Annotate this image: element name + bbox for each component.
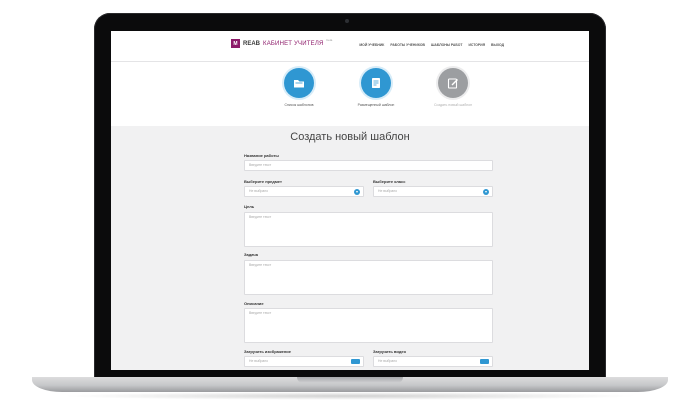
folder-icon: [294, 80, 304, 88]
grade-select[interactable]: Не выбрано ▾: [373, 186, 493, 197]
base-notch: [297, 377, 403, 383]
task-label: Задача: [244, 252, 258, 257]
description-textarea[interactable]: Введите текст: [244, 308, 493, 343]
goal-textarea[interactable]: Введите текст: [244, 212, 493, 247]
logo-mark: M: [231, 39, 240, 48]
step-placed-template[interactable]: Размещенный шаблон: [346, 68, 406, 108]
step-label: Создать новый шаблон: [433, 103, 473, 107]
step-label: Размещенный шаблон: [357, 103, 395, 107]
chevron-down-icon: ▾: [483, 189, 489, 195]
upload-value: Не выбрано: [378, 359, 397, 363]
upload-image-label: Загрузить изображение: [244, 349, 291, 354]
step-circle: [438, 68, 468, 98]
work-name-label: Название работы: [244, 153, 279, 158]
edit-icon: [447, 78, 458, 89]
upload-icon[interactable]: [351, 359, 360, 364]
nav-templates[interactable]: ШАБЛОНЫ РАБОТ: [431, 43, 463, 47]
nav-my-textbook[interactable]: МОЙ УЧЕБНИК: [359, 43, 384, 47]
upload-video-field[interactable]: Не выбрано: [373, 356, 493, 367]
step-create-template[interactable]: Создать новый шаблон: [423, 68, 483, 108]
page-title: Создать новый шаблон: [290, 131, 410, 143]
logo-subtitle: КАБИНЕТ УЧИТЕЛЯ: [263, 40, 324, 47]
logo-beta: beta: [326, 37, 333, 42]
logo[interactable]: M REAB КАБИНЕТ УЧИТЕЛЯ beta: [231, 37, 333, 48]
nav-logout[interactable]: ВЫХОД: [491, 43, 504, 47]
placeholder: Введите текст: [249, 163, 272, 167]
select-value: Не выбрано: [378, 189, 397, 193]
camera-dot: [345, 19, 349, 23]
subject-select[interactable]: Не выбрано ▾: [244, 186, 364, 197]
placeholder: Введите текст: [249, 215, 272, 219]
step-label: Список шаблонов: [284, 103, 314, 107]
upload-icon[interactable]: [480, 359, 489, 364]
nav-student-works[interactable]: РАБОТЫ УЧЕНИКОВ: [390, 43, 425, 47]
chevron-down-icon: ▾: [354, 189, 360, 195]
placeholder: Введите текст: [249, 263, 272, 267]
work-name-input[interactable]: Введите текст: [244, 160, 493, 171]
document-icon: [372, 78, 380, 88]
steps-band: Список шаблонов Размещенный шаблон Созда…: [111, 62, 589, 126]
step-circle: [284, 68, 314, 98]
laptop-screen: M REAB КАБИНЕТ УЧИТЕЛЯ beta МОЙ УЧЕБНИК …: [111, 31, 589, 370]
goal-label: Цель: [244, 204, 255, 209]
laptop-shadow: [60, 392, 640, 400]
logo-brand: REAB: [243, 40, 261, 47]
nav-history[interactable]: ИСТОРИЯ: [468, 43, 485, 47]
description-label: Описание: [244, 301, 264, 306]
subject-label: Выберите предмет: [244, 179, 282, 184]
step-templates-list[interactable]: Список шаблонов: [269, 68, 329, 108]
placeholder: Введите текст: [249, 311, 272, 315]
laptop-base: [32, 377, 668, 392]
laptop-lid: M REAB КАБИНЕТ УЧИТЕЛЯ beta МОЙ УЧЕБНИК …: [94, 13, 606, 378]
upload-video-label: Загрузить видео: [373, 349, 407, 354]
site-header: M REAB КАБИНЕТ УЧИТЕЛЯ beta МОЙ УЧЕБНИК …: [111, 31, 589, 62]
step-circle: [361, 68, 391, 98]
task-textarea[interactable]: Введите текст: [244, 260, 493, 295]
upload-value: Не выбрано: [249, 359, 268, 363]
upload-image-field[interactable]: Не выбрано: [244, 356, 364, 367]
top-nav: МОЙ УЧЕБНИК РАБОТЫ УЧЕНИКОВ ШАБЛОНЫ РАБО…: [359, 43, 504, 47]
grade-label: Выберите класс: [373, 179, 406, 184]
select-value: Не выбрано: [249, 189, 268, 193]
